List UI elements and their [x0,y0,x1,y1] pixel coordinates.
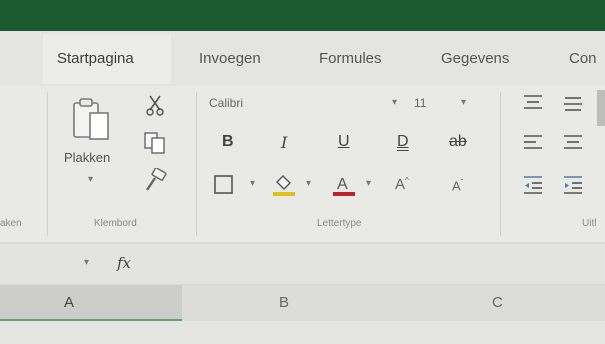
font-size-select[interactable]: 11 [414,93,458,115]
chevron-down-icon[interactable]: ▾ [88,174,93,185]
sheet-grid[interactable] [0,321,605,344]
align-center-icon[interactable] [562,132,586,154]
font-name-dropdown-icon[interactable]: ▾ [392,97,397,108]
font-size-value: 11 [414,96,427,110]
copy-icon[interactable] [143,131,169,155]
font-color-dropdown-icon[interactable]: ▾ [366,178,371,189]
group-label-partial-left: aken [0,218,22,229]
formula-bar [0,244,605,284]
group-separator [196,92,197,236]
group-label-alignment-partial: Uitl [582,218,597,229]
align-middle-icon[interactable] [562,92,586,112]
align-bottom-button-partial[interactable] [597,90,605,126]
fill-color-icon[interactable] [270,170,298,198]
font-name-select[interactable]: Calibri [205,93,392,115]
decrease-indent-icon[interactable] [522,174,546,196]
group-separator [47,92,48,236]
tab-formules[interactable]: Formules [319,50,382,67]
name-box-dropdown-icon[interactable]: ▾ [84,257,89,268]
increase-font-size-button[interactable]: A^ [395,176,409,193]
column-header-c[interactable]: C [492,294,503,311]
borders-icon[interactable] [213,174,235,196]
tab-invoegen[interactable]: Invoegen [199,50,261,67]
double-underline-button[interactable]: D [397,133,409,151]
fill-color-dropdown-icon[interactable]: ▾ [306,178,311,189]
decrease-font-size-button[interactable]: Aˇ [452,178,463,193]
title-bar [0,0,605,31]
bold-button[interactable]: B [222,133,234,151]
font-size-dropdown-icon[interactable]: ▾ [461,97,466,108]
group-label-font: Lettertype [317,218,362,229]
group-separator [500,92,501,236]
increase-indent-icon[interactable] [562,174,586,196]
underline-button[interactable]: U [338,133,350,151]
italic-button[interactable]: I [281,133,287,152]
align-top-icon[interactable] [522,92,546,112]
column-header-b[interactable]: B [279,294,289,311]
strikethrough-button[interactable]: ab [449,133,467,151]
cut-icon[interactable] [144,94,168,116]
paste-label[interactable]: Plakken [64,150,110,165]
format-painter-icon[interactable] [143,168,169,192]
insert-function-button[interactable]: fx [117,254,131,272]
borders-dropdown-icon[interactable]: ▾ [250,178,255,189]
tab-startpagina[interactable]: Startpagina [57,50,134,67]
column-header-a-selected[interactable] [0,285,182,321]
column-header-a[interactable]: A [64,294,74,311]
svg-text:A: A [337,176,348,193]
group-label-clipboard: Klembord [94,218,137,229]
tab-controleren[interactable]: Con [569,50,597,67]
font-name-value: Calibri [209,96,244,110]
paste-icon[interactable] [68,97,120,145]
tab-gegevens[interactable]: Gegevens [441,50,509,67]
align-left-icon[interactable] [522,132,546,154]
font-color-icon[interactable]: A [330,170,358,198]
